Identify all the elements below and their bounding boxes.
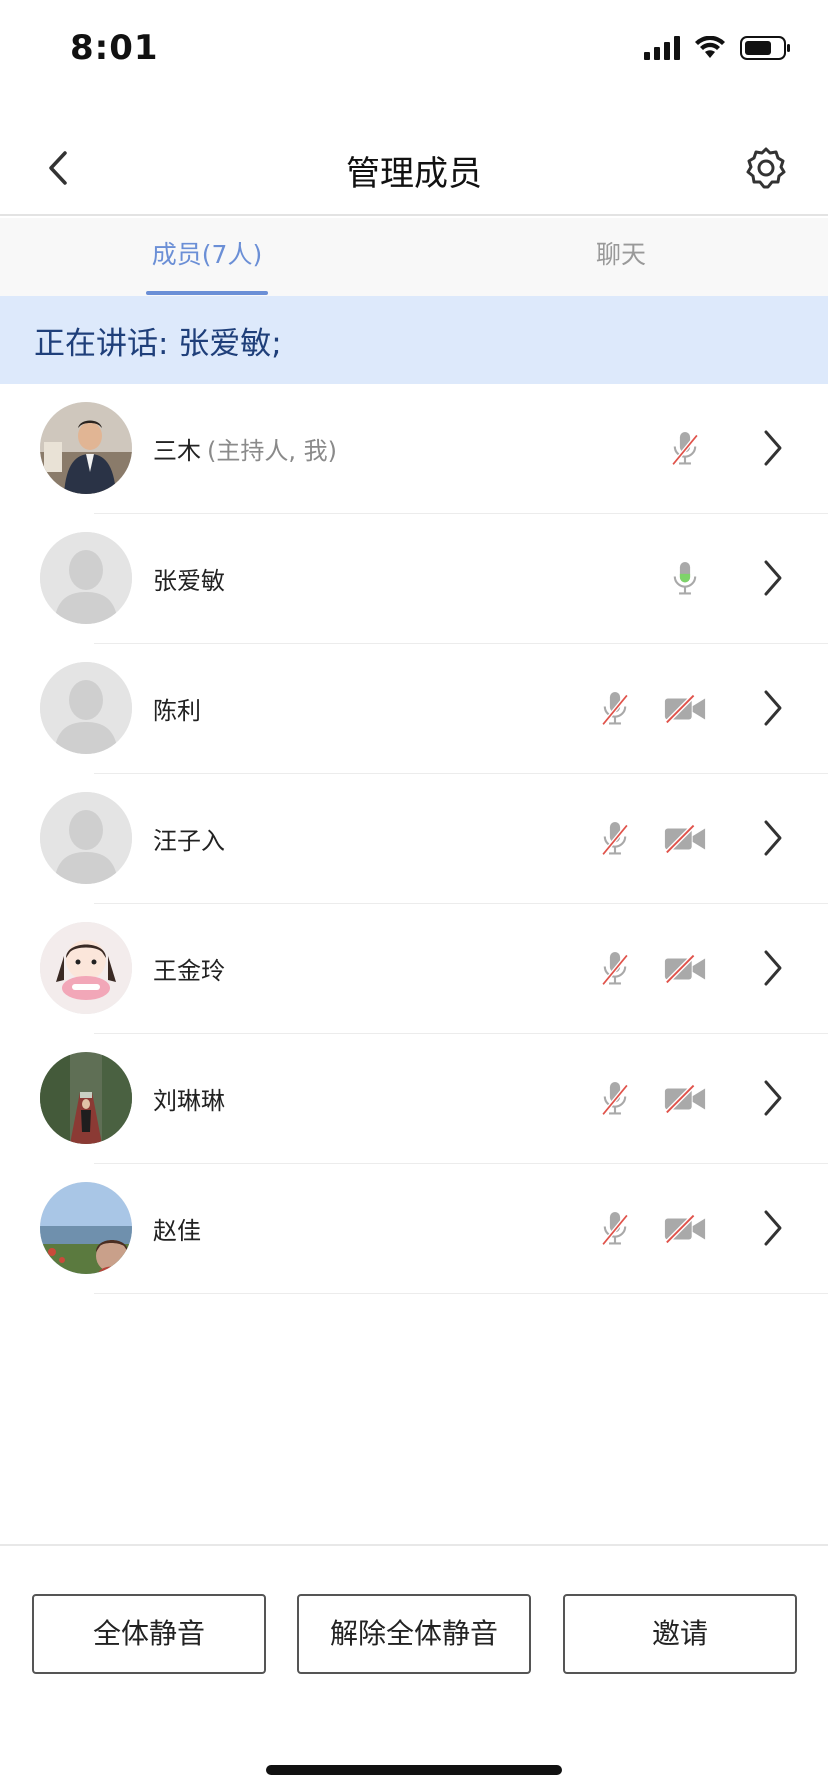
mic-active-icon	[668, 559, 702, 599]
speaking-text: 正在讲话: 张爱敏;	[34, 326, 282, 362]
camera-off-button[interactable]	[660, 1204, 710, 1254]
page-title: 管理成员	[346, 154, 482, 194]
avatar	[40, 532, 132, 624]
status-icons	[644, 36, 792, 60]
nav-bar: 管理成员	[0, 120, 828, 216]
status-bar: 8:01	[0, 0, 828, 100]
signal-icon	[644, 36, 680, 60]
member-name: 三木 (主持人, 我)	[153, 431, 337, 466]
member-name: 汪子入	[153, 821, 225, 856]
tab-chat[interactable]: 聊天	[414, 218, 828, 296]
mic-muted-icon	[598, 1209, 632, 1249]
member-name-text: 陈利	[153, 697, 201, 725]
avatar	[40, 1182, 132, 1274]
chevron-right-icon	[762, 1078, 784, 1118]
mic-muted-button[interactable]	[590, 684, 640, 734]
member-name-text: 王金玲	[153, 957, 225, 985]
tab-bar: 成员(7人) 聊天	[0, 218, 828, 296]
avatar	[40, 662, 132, 754]
camera-off-icon	[663, 694, 707, 724]
member-name: 王金玲	[153, 951, 225, 986]
mic-muted-icon	[668, 429, 702, 469]
chevron-right-icon	[762, 1208, 784, 1248]
wifi-icon	[695, 36, 725, 58]
mic-muted-button[interactable]	[660, 424, 710, 474]
mic-muted-icon	[598, 689, 632, 729]
mic-muted-icon	[598, 819, 632, 859]
member-row[interactable]: 王金玲	[0, 904, 828, 1034]
member-name-text: 赵佳	[153, 1217, 201, 1245]
settings-button[interactable]	[742, 144, 790, 192]
member-name: 张爱敏	[153, 561, 225, 596]
default-avatar-icon	[40, 532, 132, 624]
avatar	[40, 792, 132, 884]
status-time: 8:01	[70, 28, 159, 68]
avatar	[40, 922, 132, 1014]
member-name-text: 张爱敏	[153, 567, 225, 595]
avatar	[40, 1052, 132, 1144]
chevron-right-icon	[762, 688, 784, 728]
chevron-right-icon	[762, 818, 784, 858]
camera-off-icon	[663, 954, 707, 984]
default-avatar-icon	[40, 662, 132, 754]
camera-off-icon	[663, 1214, 707, 1244]
avatar	[40, 402, 132, 494]
chevron-right-icon	[762, 428, 784, 468]
member-name: 刘琳琳	[153, 1081, 225, 1116]
mic-muted-icon	[598, 949, 632, 989]
chevron-right-icon	[762, 948, 784, 988]
member-row[interactable]: 赵佳	[0, 1164, 828, 1294]
mic-muted-button[interactable]	[590, 944, 640, 994]
member-row[interactable]: 陈利	[0, 644, 828, 774]
tab-members[interactable]: 成员(7人)	[0, 218, 414, 296]
member-name-text: 刘琳琳	[153, 1087, 225, 1115]
member-row[interactable]: 汪子入	[0, 774, 828, 904]
member-row[interactable]: 刘琳琳	[0, 1034, 828, 1164]
chevron-right-icon	[762, 558, 784, 598]
member-name-text: 汪子入	[153, 827, 225, 855]
mic-muted-button[interactable]	[590, 814, 640, 864]
tab-active-indicator	[146, 291, 268, 295]
invite-button[interactable]: 邀请	[563, 1594, 797, 1674]
mic-active-button[interactable]	[660, 554, 710, 604]
member-name: 陈利	[153, 691, 201, 726]
mic-muted-button[interactable]	[590, 1204, 640, 1254]
mic-muted-button[interactable]	[590, 1074, 640, 1124]
mute-all-button[interactable]: 全体静音	[32, 1594, 266, 1674]
mic-muted-icon	[598, 1079, 632, 1119]
camera-off-button[interactable]	[660, 684, 710, 734]
member-row[interactable]: 三木 (主持人, 我)	[0, 384, 828, 514]
member-role: (主持人, 我)	[207, 437, 337, 465]
row-divider	[94, 1293, 828, 1294]
camera-off-button[interactable]	[660, 1074, 710, 1124]
member-name-text: 三木	[153, 437, 201, 465]
home-indicator[interactable]	[266, 1765, 562, 1775]
camera-off-button[interactable]	[660, 944, 710, 994]
battery-icon	[740, 36, 790, 60]
unmute-all-button[interactable]: 解除全体静音	[297, 1594, 531, 1674]
bottom-divider	[0, 1544, 828, 1546]
camera-off-icon	[663, 1084, 707, 1114]
camera-off-icon	[663, 824, 707, 854]
gear-icon	[746, 147, 786, 189]
speaking-banner: 正在讲话: 张爱敏;	[0, 296, 828, 384]
default-avatar-icon	[40, 792, 132, 884]
member-name: 赵佳	[153, 1211, 201, 1246]
member-row[interactable]: 张爱敏	[0, 514, 828, 644]
camera-off-button[interactable]	[660, 814, 710, 864]
